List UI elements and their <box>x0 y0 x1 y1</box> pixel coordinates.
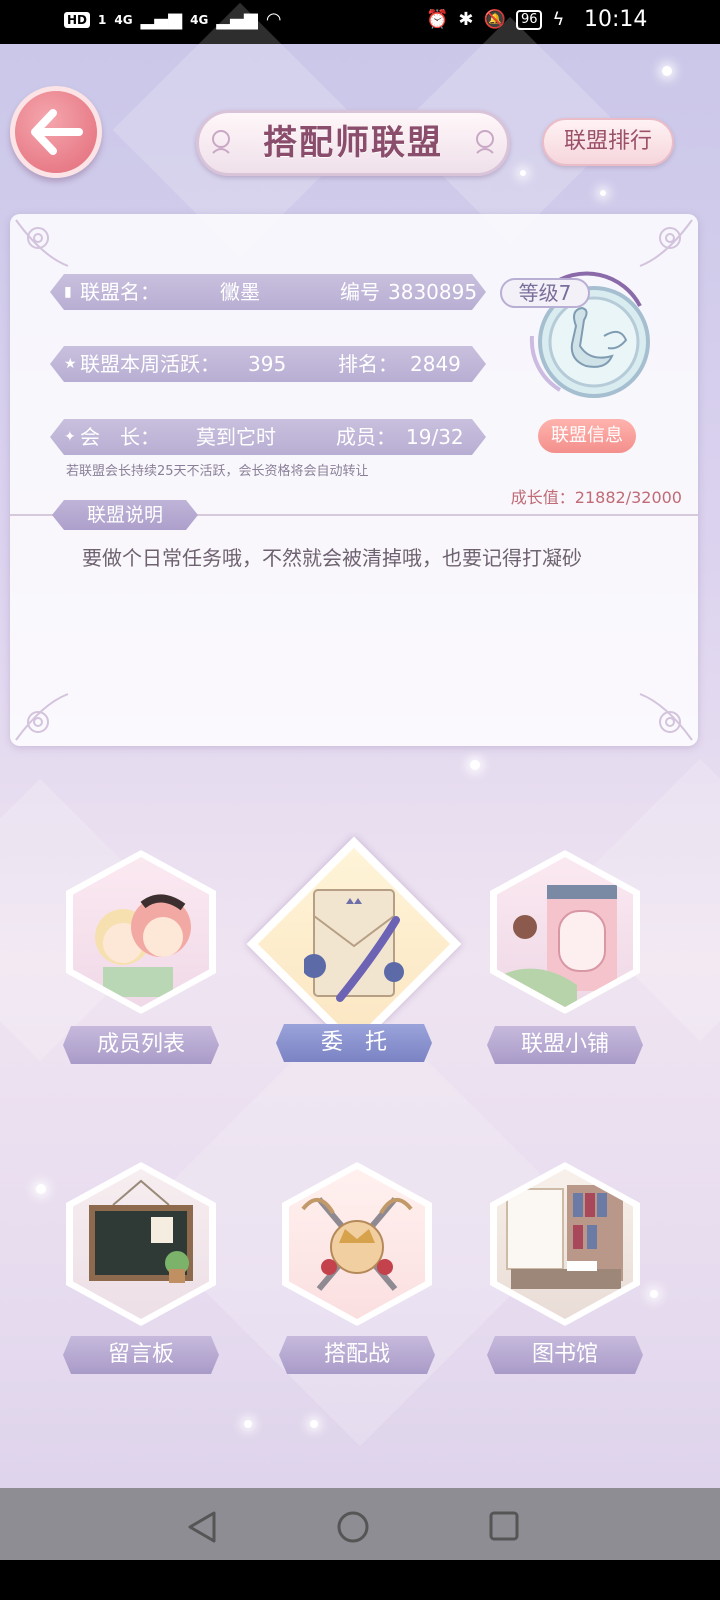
weekly-active-value: 395 <box>248 352 287 376</box>
sparkle <box>662 66 672 76</box>
library-label: 图书馆 <box>487 1336 643 1374</box>
signal-icon: ▂▄▆ <box>140 9 183 30</box>
rank-label: 排名： <box>338 352 398 376</box>
sparkle <box>244 1420 252 1428</box>
sparkle <box>36 1184 46 1194</box>
sparkle <box>520 170 526 176</box>
alliance-description: 要做个日常任务哦，不然就会被清掉哦，也要记得打凝砂 <box>82 546 582 570</box>
rose-corner-icon <box>15 693 69 741</box>
level-badge: 等级7 <box>500 278 590 308</box>
leader-value: 莫到它时 <box>196 425 276 449</box>
description-tab: 联盟说明 <box>52 500 198 530</box>
rose-ornament-icon <box>476 130 494 154</box>
commission-tile[interactable]: 委 托 <box>246 836 462 1062</box>
sparkle <box>650 1290 658 1298</box>
leader-row: ✦ 会 长： 莫到它时 成员： 19/32 <box>50 419 486 455</box>
wifi-icon: ◠ <box>265 9 282 30</box>
star-icon: ★ <box>64 356 77 372</box>
message-board-label: 留言板 <box>63 1336 219 1374</box>
alliance-id-label: 编号 <box>340 280 380 304</box>
alliance-id-value: 3830895 <box>388 280 478 304</box>
styling-battle-label: 搭配战 <box>279 1336 435 1374</box>
sparkle-icon: ✦ <box>64 429 76 445</box>
rank-value: 2849 <box>410 352 461 376</box>
leader-label: 会 长： <box>80 425 160 449</box>
nav-back-icon[interactable] <box>186 1510 218 1544</box>
back-arrow-icon <box>31 109 83 155</box>
page-title: 搭配师联盟 <box>263 123 443 163</box>
sparkle <box>600 190 606 196</box>
network-type-2: 4G <box>190 12 209 27</box>
alliance-ranking-button[interactable]: 联盟排行 <box>542 118 674 166</box>
sparkle <box>470 760 480 770</box>
hd-badge: HD <box>64 11 91 28</box>
rose-ornament-icon <box>212 130 230 154</box>
alliance-name-value: 黴墨 <box>220 280 260 304</box>
weekly-active-label: 联盟本周活跃： <box>80 352 220 376</box>
nav-home-icon[interactable] <box>336 1510 370 1544</box>
members-value: 19/32 <box>406 425 464 449</box>
status-bar: HD 1 4G ▂▄▆ 4G ▂▄▆ ◠ ⏰ ✱ 🔕 96 ϟ 10:14 <box>0 0 720 44</box>
sparkle <box>310 1420 318 1428</box>
sim-indicator: 1 <box>98 12 107 27</box>
alliance-name-label: 联盟名： <box>80 280 160 304</box>
alarm-icon: ⏰ <box>426 9 449 30</box>
envelope-quill-icon <box>304 889 404 1002</box>
title-plate: 搭配师联盟 <box>196 110 510 176</box>
alliance-info-button[interactable]: 联盟信息 <box>538 419 636 453</box>
alliance-shop-label: 联盟小铺 <box>487 1026 643 1064</box>
rose-corner-icon <box>639 693 693 741</box>
alliance-name-row: ▮ 联盟名： 黴墨 编号 3830895 <box>50 274 486 310</box>
commission-label: 委 托 <box>276 1024 432 1062</box>
system-nav-bar <box>0 1488 720 1560</box>
book-icon: ▮ <box>64 284 72 300</box>
clock: 10:14 <box>584 7 648 32</box>
rose-corner-icon <box>15 219 69 267</box>
weekly-active-row: ★ 联盟本周活跃： 395 排名： 2849 <box>50 346 486 382</box>
growth-value: 成长值：21882/32000 <box>510 488 682 507</box>
members-list-label: 成员列表 <box>63 1026 219 1064</box>
bottom-bezel <box>0 1560 720 1600</box>
network-type-1: 4G <box>114 12 133 27</box>
leader-transfer-notice: 若联盟会长持续25天不活跃，会长资格将会自动转让 <box>66 464 369 479</box>
back-button[interactable] <box>10 86 102 178</box>
members-label: 成员： <box>336 425 396 449</box>
bluetooth-icon: ✱ <box>458 9 474 30</box>
charging-icon: ϟ <box>552 9 565 30</box>
nav-recents-icon[interactable] <box>488 1510 520 1542</box>
